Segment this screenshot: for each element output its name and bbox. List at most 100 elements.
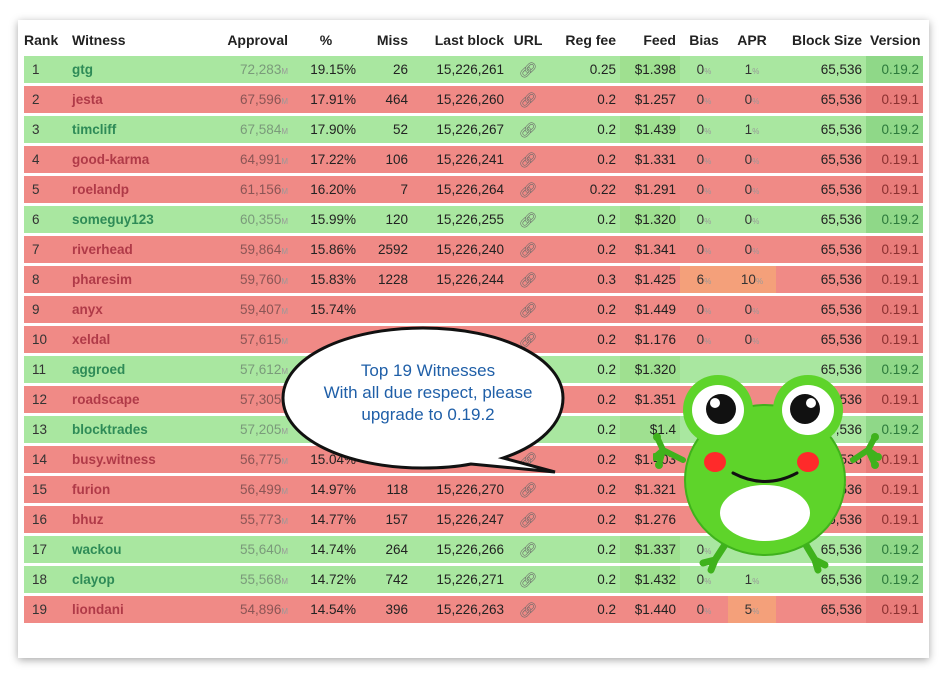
witness-name-link[interactable]: roelandp	[68, 176, 200, 203]
col-version[interactable]: Version	[866, 27, 923, 53]
version-cell: 0.19.1	[866, 266, 923, 293]
reg-fee-cell: 0.2	[548, 206, 620, 233]
col-approval[interactable]: Approval	[200, 27, 292, 53]
col-witness[interactable]: Witness	[68, 27, 200, 53]
url-link-icon[interactable]: 🔗︎	[508, 266, 548, 293]
rank-cell: 8	[24, 266, 68, 293]
table-row[interactable]: 6 someguy123 60,355M 15.99% 120 15,226,255 🔗︎ 0…	[24, 206, 923, 233]
url-link-icon[interactable]: 🔗︎	[508, 566, 548, 593]
bias-pct: %	[704, 97, 712, 106]
witness-name-link[interactable]: riverhead	[68, 236, 200, 263]
witness-name-link[interactable]: jesta	[68, 86, 200, 113]
url-link-icon[interactable]: 🔗︎	[508, 56, 548, 83]
apr-cell: 0%	[728, 206, 776, 233]
apr-cell: 10%	[728, 266, 776, 293]
approval-cell: 55,568M	[200, 566, 292, 593]
bias-pct: %	[704, 247, 712, 256]
approval-cell: 72,283M	[200, 56, 292, 83]
witness-name-link[interactable]: liondani	[68, 596, 200, 623]
last-block-cell: 15,226,263	[412, 596, 508, 623]
table-row[interactable]: 2 jesta 67,596M 17.91% 464 15,226,260 🔗︎ 0.2 $1.…	[24, 86, 923, 113]
table-row[interactable]: 5 roelandp 61,156M 16.20% 7 15,226,264 🔗︎ 0.22 $…	[24, 176, 923, 203]
url-link-icon[interactable]: 🔗︎	[508, 536, 548, 563]
last-block-cell: 15,226,244	[412, 266, 508, 293]
url-link-icon[interactable]: 🔗︎	[508, 206, 548, 233]
approval-unit: M	[281, 247, 288, 256]
version-cell: 0.19.1	[866, 86, 923, 113]
apr-pct: %	[752, 577, 760, 586]
apr-pct: %	[755, 277, 764, 286]
witness-name-link[interactable]: aggroed	[68, 356, 200, 383]
witness-name-link[interactable]: wackou	[68, 536, 200, 563]
rank-cell: 10	[24, 326, 68, 353]
witness-name-link[interactable]: timcliff	[68, 116, 200, 143]
rank-cell: 4	[24, 146, 68, 173]
pct-cell: 17.22%	[292, 146, 360, 173]
col-block-size[interactable]: Block Size	[776, 27, 866, 53]
table-row[interactable]: 7 riverhead 59,864M 15.86% 2592 15,226,240 🔗︎ 0…	[24, 236, 923, 263]
apr-cell: 0%	[728, 86, 776, 113]
miss-cell: 396	[360, 596, 412, 623]
rank-cell: 16	[24, 506, 68, 533]
last-block-cell: 15,226,264	[412, 176, 508, 203]
approval-unit: M	[281, 157, 288, 166]
table-row[interactable]: 19 liondani 54,896M 14.54% 396 15,226,263 🔗︎ 0.…	[24, 596, 923, 623]
col-bias[interactable]: Bias	[680, 27, 728, 53]
col-rank[interactable]: Rank	[24, 27, 68, 53]
apr-cell: 5%	[728, 596, 776, 623]
url-link-icon[interactable]: 🔗︎	[508, 506, 548, 533]
approval-unit: M	[281, 547, 288, 556]
table-row[interactable]: 4 good-karma 64,991M 17.22% 106 15,226,241 🔗︎ 0…	[24, 146, 923, 173]
table-row[interactable]: 9 anyx 59,407M 15.74% 🔗︎ 0.2 $1.449 0% 0% 65,536 0…	[24, 296, 923, 323]
col-url[interactable]: URL	[508, 27, 548, 53]
col-last-block[interactable]: Last block	[412, 27, 508, 53]
col-apr[interactable]: APR	[728, 27, 776, 53]
reg-fee-cell: 0.2	[548, 536, 620, 563]
witness-name-link[interactable]: clayop	[68, 566, 200, 593]
witness-name-link[interactable]: roadscape	[68, 386, 200, 413]
witness-name-link[interactable]: furion	[68, 476, 200, 503]
url-link-icon[interactable]: 🔗︎	[508, 476, 548, 503]
witness-name-link[interactable]: gtg	[68, 56, 200, 83]
rank-cell: 19	[24, 596, 68, 623]
col-feed[interactable]: Feed	[620, 27, 680, 53]
witness-name-link[interactable]: bhuz	[68, 506, 200, 533]
url-link-icon[interactable]: 🔗︎	[508, 296, 548, 323]
version-cell: 0.19.1	[866, 326, 923, 353]
url-link-icon[interactable]: 🔗︎	[508, 116, 548, 143]
witness-name-link[interactable]: good-karma	[68, 146, 200, 173]
url-link-icon[interactable]: 🔗︎	[508, 596, 548, 623]
table-row[interactable]: 1 gtg 72,283M 19.15% 26 15,226,261 🔗︎ 0.25 $1.39…	[24, 56, 923, 83]
witness-name-link[interactable]: someguy123	[68, 206, 200, 233]
version-cell: 0.19.2	[866, 116, 923, 143]
frog-mascot	[651, 365, 883, 575]
table-row[interactable]: 8 pharesim 59,760M 15.83% 1228 15,226,244 🔗︎ 0.…	[24, 266, 923, 293]
witness-name-link[interactable]: anyx	[68, 296, 200, 323]
url-link-icon[interactable]: 🔗︎	[508, 86, 548, 113]
witness-name-link[interactable]: xeldal	[68, 326, 200, 353]
pct-cell: 19.15%	[292, 56, 360, 83]
rank-cell: 11	[24, 356, 68, 383]
miss-cell: 742	[360, 566, 412, 593]
witness-name-link[interactable]: pharesim	[68, 266, 200, 293]
url-link-icon[interactable]: 🔗︎	[508, 146, 548, 173]
apr-pct: %	[752, 127, 760, 136]
witness-name-link[interactable]: busy.witness	[68, 446, 200, 473]
approval-value: 59,864	[240, 242, 282, 257]
url-link-icon[interactable]: 🔗︎	[508, 236, 548, 263]
approval-value: 55,568	[240, 572, 282, 587]
rank-cell: 12	[24, 386, 68, 413]
feed-cell: $1.320	[620, 206, 680, 233]
bias-pct: %	[704, 337, 712, 346]
col-miss[interactable]: Miss	[360, 27, 412, 53]
url-link-icon[interactable]: 🔗︎	[508, 176, 548, 203]
witness-name-link[interactable]: blocktrades	[68, 416, 200, 443]
approval-cell: 61,156M	[200, 176, 292, 203]
bubble-line-1: Top 19 Witnesses	[360, 361, 496, 380]
col-pct[interactable]: %	[292, 27, 360, 53]
col-reg-fee[interactable]: Reg fee	[548, 27, 620, 53]
approval-value: 55,640	[240, 542, 282, 557]
apr-pct: %	[752, 187, 760, 196]
last-block-cell: 15,226,255	[412, 206, 508, 233]
table-row[interactable]: 3 timcliff 67,584M 17.90% 52 15,226,267 🔗︎ 0.2 $…	[24, 116, 923, 143]
